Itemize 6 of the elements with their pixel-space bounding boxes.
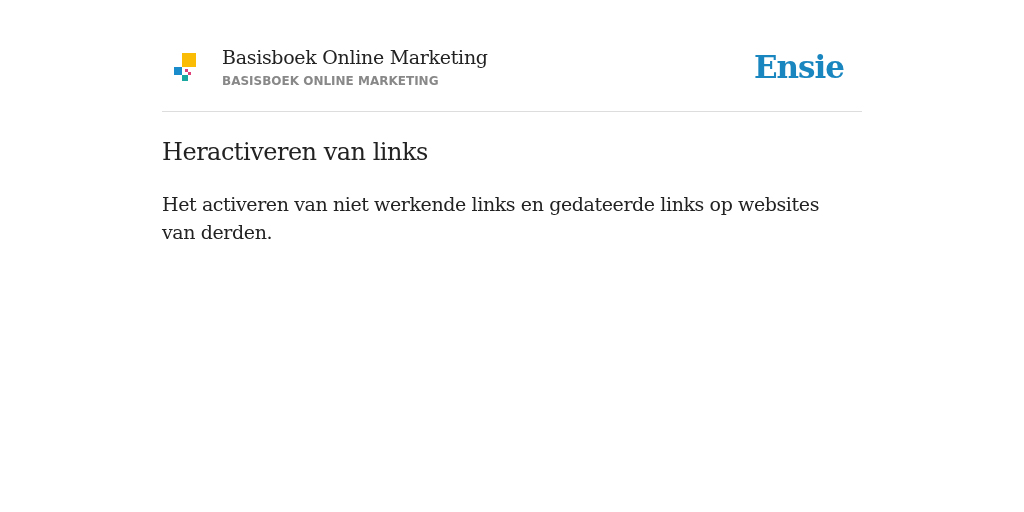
brand-logo[interactable]: Ensie xyxy=(753,44,844,91)
term-heading: Heractiveren van links xyxy=(162,136,429,168)
definition-text: Het activeren van niet werkende links en gedateerde links op websites van derden. xyxy=(162,191,820,245)
book-logo-icon xyxy=(174,53,196,82)
book-subtitle: BASISBOEK ONLINE MARKETING xyxy=(222,73,440,91)
book-title: Basisboek Online Marketing xyxy=(222,45,488,71)
